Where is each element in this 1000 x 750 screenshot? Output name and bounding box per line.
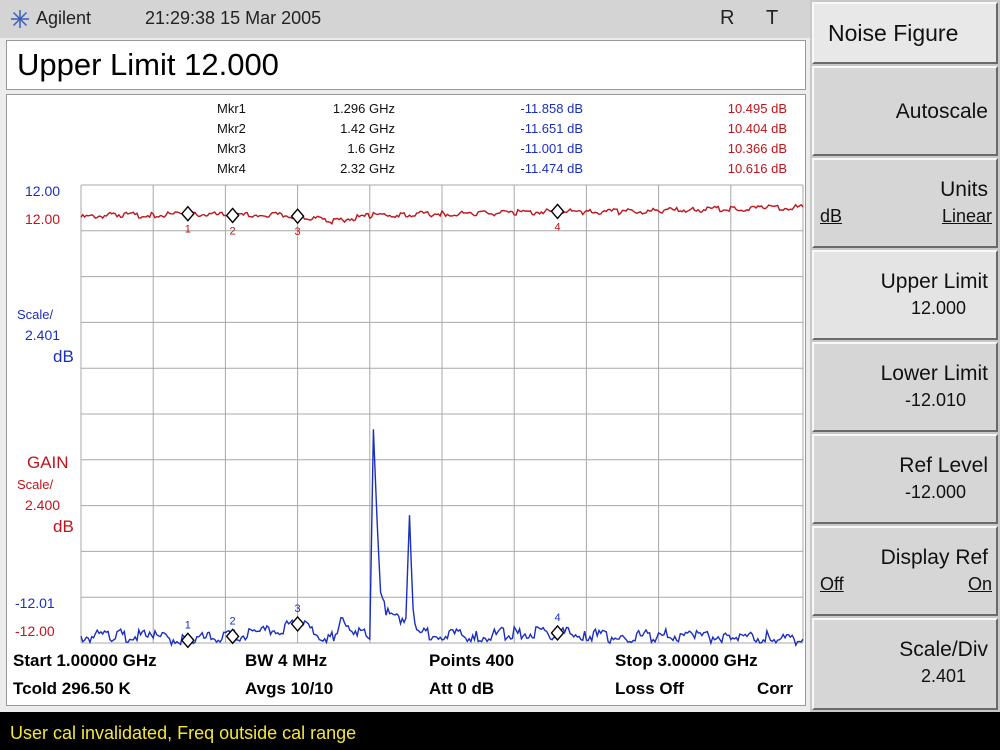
upper-limit-value: 12.000 (910, 298, 966, 318)
date-time: 21:29:38 15 Mar 2005 (145, 8, 322, 28)
display-ref-label: Display Ref (880, 546, 988, 569)
scale-div-label: Scale/Div (899, 638, 988, 661)
loss-state: Loss Off (615, 679, 684, 698)
status-bar: User cal invalidated, Freq outside cal r… (0, 712, 1000, 750)
upper-limit-button[interactable]: Upper Limit 12.000 (812, 250, 998, 340)
stop-freq: Stop 3.00000 GHz (615, 651, 758, 670)
ref-level-value: -12.000 (904, 482, 966, 502)
start-freq: Start 1.00000 GHz (13, 651, 157, 670)
marker-3-diamond (290, 615, 305, 633)
upper-limit-label: Upper Limit (880, 270, 988, 293)
marker-4-number: 4 (554, 221, 560, 233)
marker-1-number: 1 (185, 224, 191, 236)
marker-1-diamond (180, 205, 195, 222)
marker-3-diamond (290, 208, 305, 225)
scale-div-value: 2.401 (920, 666, 966, 686)
tcold: Tcold 296.50 K (13, 679, 131, 698)
indicator-r: R (720, 7, 735, 29)
menu-title-noise-figure: Noise Figure (812, 2, 998, 64)
active-function-text: Upper Limit 12.000 (17, 47, 279, 82)
display-ref-button[interactable]: Display Ref Off On (812, 526, 998, 616)
averages: Avgs 10/10 (245, 679, 334, 698)
bandwidth: BW 4 MHz (245, 651, 328, 670)
ref-level-button[interactable]: Ref Level -12.000 (812, 434, 998, 524)
lower-limit-label: Lower Limit (880, 362, 988, 385)
marker-3-number: 3 (295, 226, 301, 238)
marker-2-number: 2 (230, 225, 236, 237)
marker-4-diamond (550, 203, 565, 220)
autoscale-label: Autoscale (895, 100, 988, 123)
display-ref-on: On (967, 574, 992, 594)
marker-1-number: 1 (185, 619, 191, 631)
brand-name: Agilent (36, 8, 92, 28)
marker-4-number: 4 (554, 612, 560, 624)
plot-area: Mkr1 1.296 GHz -11.858 dB 10.495 dB Mkr2 1.42… (6, 94, 806, 706)
units-button[interactable]: Units dB Linear (812, 158, 998, 248)
display-ref-off: Off (820, 574, 844, 594)
autoscale-button[interactable]: Autoscale (812, 66, 998, 156)
points: Points 400 (429, 651, 515, 670)
lower-limit-button[interactable]: Lower Limit -12.010 (812, 342, 998, 432)
ref-level-label: Ref Level (899, 454, 988, 477)
lower-limit-value: -12.010 (904, 390, 966, 410)
status-message: User cal invalidated, Freq outside cal r… (10, 723, 357, 743)
units-option-db: dB (820, 206, 843, 226)
title-bar: Agilent 21:29:38 15 Mar 2005 R T (0, 0, 810, 38)
analyzer-screen: Agilent 21:29:38 15 Mar 2005 R T Upper L… (0, 0, 810, 712)
marker-3-number: 3 (295, 603, 301, 615)
softkey-panel: Noise Figure Autoscale Units dB Linear U… (812, 0, 1000, 712)
attenuation: Att 0 dB (429, 679, 495, 698)
scale-div-button[interactable]: Scale/Div 2.401 (812, 618, 998, 710)
agilent-logo-icon (11, 10, 29, 28)
menu-title-label: Noise Figure (828, 20, 959, 46)
corr-indicator: Corr (757, 679, 793, 698)
active-function-box: Upper Limit 12.000 (6, 40, 806, 90)
units-label: Units (940, 178, 988, 201)
marker-2-number: 2 (230, 615, 236, 627)
indicator-t: T (766, 7, 779, 29)
trace-graph: 1 1 2 2 3 3 4 4 (80, 184, 804, 649)
marker-2-diamond (225, 207, 240, 224)
units-option-linear: Linear (941, 206, 992, 226)
